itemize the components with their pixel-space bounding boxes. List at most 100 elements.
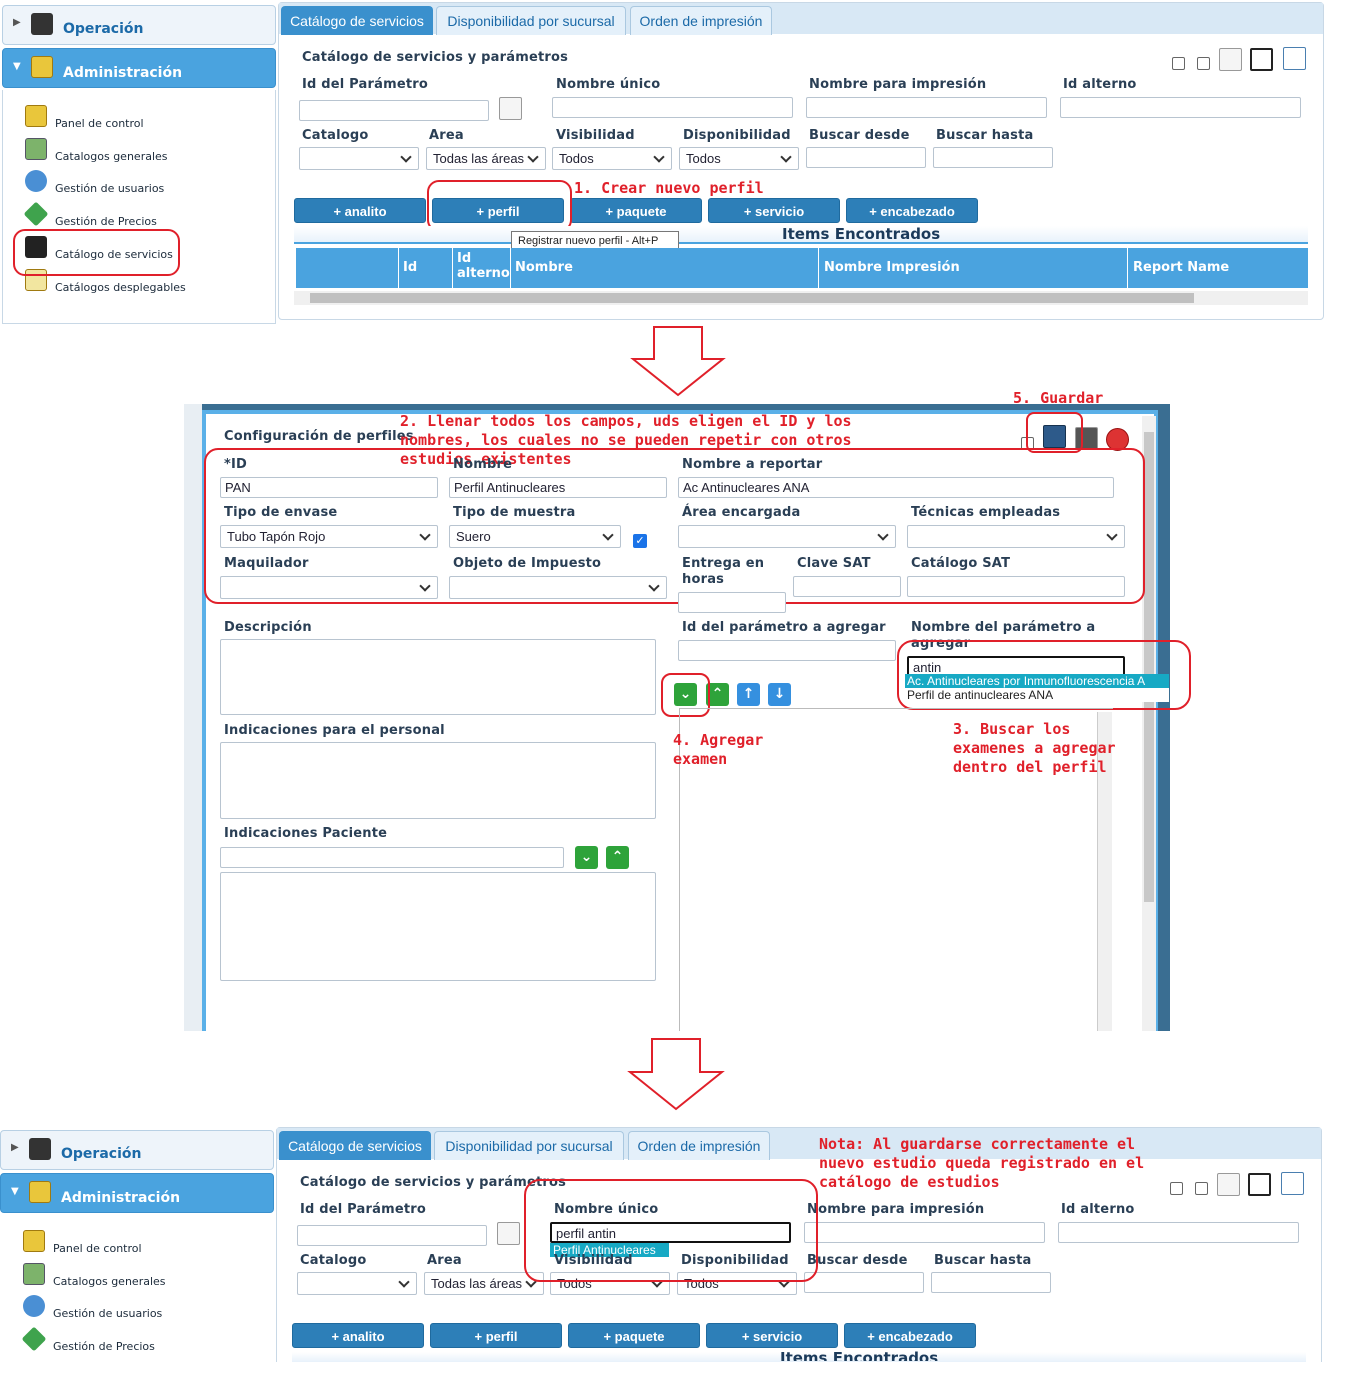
tab-disponibilidad[interactable]: Disponibilidad por sucursal — [434, 1131, 624, 1160]
move-down-icon[interactable]: ↓ — [768, 683, 791, 706]
sidebar-item-usuarios[interactable]: Gestión de usuarios — [25, 170, 255, 196]
menu-operacion[interactable]: ▶ Operación — [0, 1130, 274, 1170]
sidebar-item-precios[interactable]: Gestión de Precios — [23, 201, 255, 229]
muestra-checkbox[interactable]: ✓ — [633, 534, 647, 548]
buscar-hasta-input[interactable] — [931, 1272, 1051, 1293]
clave-sat-input[interactable] — [793, 576, 901, 597]
disponibilidad-select[interactable]: Todos — [679, 147, 799, 170]
col-id[interactable]: Id — [403, 260, 417, 275]
col-nombre[interactable]: Nombre — [515, 260, 573, 275]
tab-orden-impresion[interactable]: Orden de impresión — [628, 1131, 770, 1160]
add-down-icon-2[interactable]: ⌄ — [575, 846, 598, 869]
add-perfil-button[interactable]: + perfil — [430, 1323, 562, 1348]
maquilador-select[interactable] — [220, 576, 438, 599]
id-parametro-input[interactable] — [299, 100, 489, 121]
col-nombre-impresion[interactable]: Nombre Impresión — [824, 260, 960, 275]
indicaciones-paciente-list[interactable] — [220, 872, 656, 981]
nombre-impresion-input[interactable] — [806, 97, 1047, 118]
search-icon[interactable] — [1217, 1173, 1240, 1196]
sidebar-item-panel[interactable]: Panel de control — [25, 105, 255, 131]
menu-administracion[interactable]: ▼ Administración — [0, 1173, 274, 1213]
id-alterno-input[interactable] — [1058, 1222, 1299, 1243]
id-alterno-input[interactable] — [1060, 97, 1301, 118]
id-param-agregar-input[interactable] — [678, 640, 896, 661]
user-icon — [25, 170, 47, 192]
checkbox-2[interactable] — [1197, 57, 1210, 70]
tab-disponibilidad[interactable]: Disponibilidad por sucursal — [436, 6, 626, 35]
annotation-nota: Nota: Al guardarse correctamente el nuev… — [819, 1135, 1145, 1191]
sidebar-item-catalogos-generales[interactable]: Catalogos generales — [25, 138, 255, 164]
checkbox-2[interactable] — [1195, 1182, 1208, 1195]
label-id-alterno: Id alterno — [1061, 1202, 1135, 1217]
visibilidad-select[interactable]: Todos — [552, 147, 672, 170]
add-servicio-button[interactable]: + servicio — [708, 198, 840, 223]
area-encargada-select[interactable] — [678, 525, 896, 548]
down-arrow-icon — [630, 326, 726, 397]
add-servicio-button[interactable]: + servicio — [706, 1323, 838, 1348]
entrega-input[interactable] — [678, 592, 786, 613]
add-analito-button[interactable]: + analito — [292, 1323, 424, 1348]
col-report-name[interactable]: Report Name — [1133, 260, 1229, 275]
area-select[interactable]: Todas las áreas — [424, 1272, 544, 1295]
dialog-backdrop-left — [184, 404, 202, 1031]
tipo-envase-select[interactable]: Tubo Tapón Rojo — [220, 525, 438, 548]
add-paquete-button[interactable]: + paquete — [568, 1323, 700, 1348]
add-up-icon-2[interactable]: ⌃ — [606, 846, 629, 869]
catalogo-sat-input[interactable] — [907, 576, 1125, 597]
panel-icon — [23, 1230, 45, 1252]
list-icon[interactable] — [1250, 48, 1273, 71]
tab-catalogo-servicios[interactable]: Catálogo de servicios — [281, 6, 433, 35]
add-analito-button[interactable]: + analito — [294, 198, 426, 223]
add-paquete-button[interactable]: + paquete — [570, 198, 702, 223]
tab-orden-impresion[interactable]: Orden de impresión — [630, 6, 772, 35]
sidebar-item-usuarios[interactable]: Gestión de usuarios — [23, 1295, 253, 1321]
checkbox-1[interactable] — [1170, 1182, 1183, 1195]
menu-operacion[interactable]: ▶ Operación — [2, 5, 276, 45]
document-icon[interactable] — [1283, 47, 1306, 70]
sidebar-item-precios[interactable]: Gestión de Precios — [21, 1326, 253, 1354]
list-icon[interactable] — [1248, 1173, 1271, 1196]
panel-icon — [25, 105, 47, 127]
col-sep-4 — [1127, 248, 1128, 288]
label-catalogo-sat: Catálogo SAT — [911, 556, 1011, 571]
col-id-alterno[interactable]: Id alterno — [457, 251, 510, 281]
nombre-unico-input[interactable] — [552, 97, 793, 118]
label-id-parametro: Id del Parámetro — [302, 77, 429, 92]
area-select[interactable]: Todas las áreas — [426, 147, 546, 170]
buscar-desde-input[interactable] — [804, 1272, 924, 1293]
label-catalogo: Catalogo — [302, 128, 369, 143]
move-up-icon[interactable]: ↑ — [737, 683, 760, 706]
document-icon[interactable] — [1281, 1172, 1304, 1195]
down-arrow-icon — [627, 1038, 725, 1111]
checkbox-1[interactable] — [1172, 57, 1185, 70]
menu-administracion[interactable]: ▼ Administración — [2, 48, 276, 88]
search-icon[interactable] — [1219, 48, 1242, 71]
objeto-impuesto-select[interactable] — [449, 576, 667, 599]
descripcion-textarea[interactable] — [220, 639, 656, 715]
add-encabezado-button[interactable]: + encabezado — [844, 1323, 976, 1348]
search-button[interactable] — [499, 97, 522, 120]
sidebar-item-panel[interactable]: Panel de control — [23, 1230, 253, 1256]
tecnicas-select[interactable] — [907, 525, 1125, 548]
user-icon — [23, 1295, 45, 1317]
scrollbar-thumb[interactable] — [310, 293, 1194, 303]
catalogo-select[interactable] — [299, 147, 419, 170]
col-select — [398, 248, 399, 288]
indicaciones-personal-textarea[interactable] — [220, 742, 656, 819]
label-id-alterno: Id alterno — [1063, 77, 1137, 92]
add-encabezado-button[interactable]: + encabezado — [846, 198, 978, 223]
label-buscar-desde: Buscar desde — [807, 1253, 908, 1268]
tipo-muestra-select[interactable]: Suero — [449, 525, 621, 548]
nombre-input[interactable]: Perfil Antinucleares — [449, 477, 667, 498]
id-parametro-input[interactable] — [297, 1225, 487, 1246]
search-button[interactable] — [497, 1222, 520, 1245]
catalogo-select[interactable] — [297, 1272, 417, 1295]
tab-catalogo-servicios[interactable]: Catálogo de servicios — [279, 1131, 431, 1160]
nombre-impresion-input[interactable] — [804, 1222, 1045, 1243]
indicaciones-paciente-input[interactable] — [220, 847, 564, 868]
buscar-hasta-input[interactable] — [933, 147, 1053, 168]
id-input[interactable]: PAN — [220, 477, 438, 498]
buscar-desde-input[interactable] — [806, 147, 926, 168]
nombre-reportar-input[interactable]: Ac Antinucleares ANA — [678, 477, 1114, 498]
sidebar-item-catalogos-generales[interactable]: Catalogos generales — [23, 1263, 253, 1289]
